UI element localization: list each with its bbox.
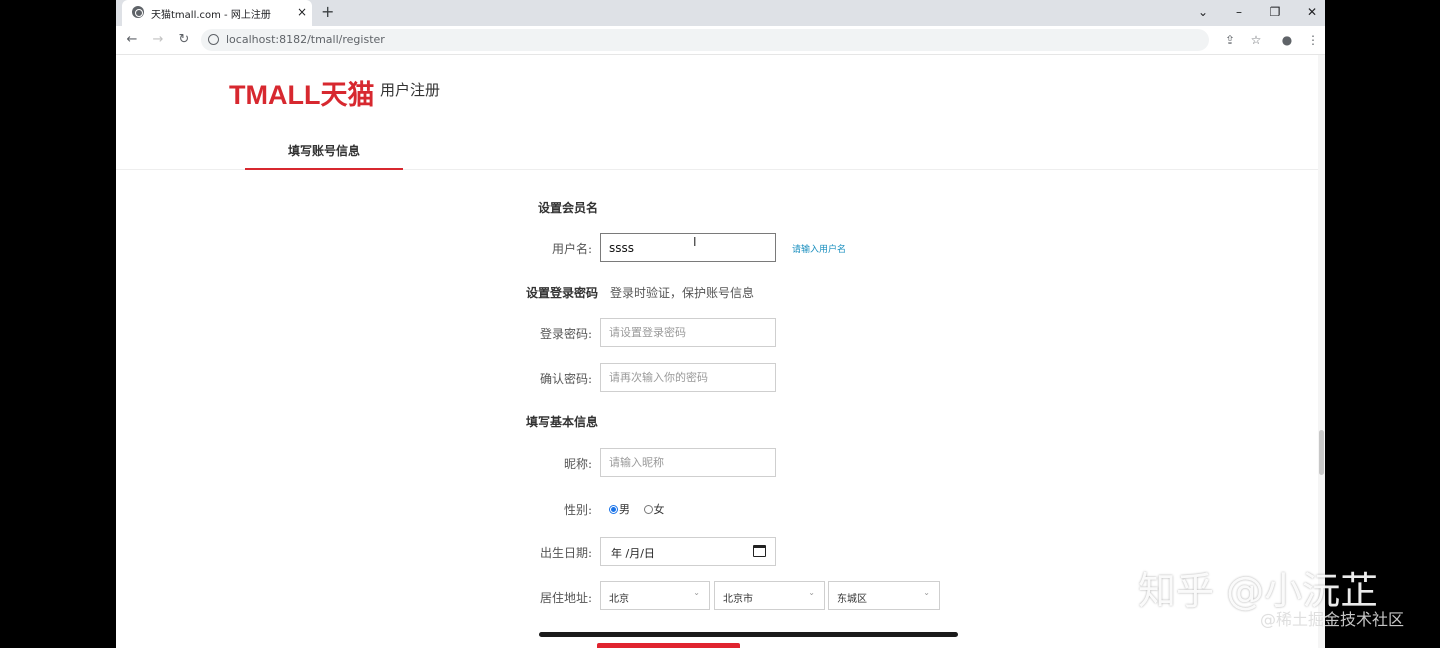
birth-date-label: 出生日期: [539, 546, 592, 560]
back-icon[interactable]: ← [124, 31, 140, 49]
login-password-input[interactable] [600, 318, 776, 347]
radio-unchecked-icon[interactable] [643, 505, 653, 514]
confirm-password-input[interactable] [600, 363, 776, 392]
restore-icon[interactable]: ❐ [1265, 3, 1285, 21]
gender-male-label: 男 [619, 503, 630, 516]
address-label: 居住地址: [539, 591, 592, 605]
browser-window: 天猫tmall.com - 网上注册 × + ⌄ – ❐ ✕ ← → ↻ loc… [116, 0, 1325, 648]
username-hint: 请输入用户名 [792, 245, 847, 255]
home-indicator[interactable] [539, 632, 958, 637]
browser-toolbar: ← → ↻ localhost:8182/tmall/register ⇪ ☆ … [116, 26, 1325, 55]
browser-tab[interactable]: 天猫tmall.com - 网上注册 × [122, 0, 312, 26]
district-value: 东城区 [837, 594, 867, 605]
tab-search-icon[interactable]: ⌄ [1193, 3, 1213, 21]
new-tab-icon[interactable]: + [321, 2, 334, 22]
section-title-login-password: 设置登录密码 [526, 286, 599, 300]
watermark-juejin: @稀土掘金技术社区 [1260, 610, 1405, 629]
window-close-icon[interactable]: ✕ [1302, 3, 1322, 21]
address-bar[interactable]: localhost:8182/tmall/register [201, 29, 1209, 51]
username-input[interactable] [600, 233, 776, 262]
close-tab-icon[interactable]: × [297, 4, 307, 20]
star-icon[interactable]: ☆ [1248, 32, 1264, 48]
scrollbar-thumb[interactable] [1319, 430, 1324, 475]
forward-icon[interactable]: → [150, 31, 166, 49]
province-value: 北京 [609, 594, 629, 605]
nickname-label: 昵称: [563, 457, 592, 471]
chevron-down-icon: ⌄ [808, 588, 815, 597]
reload-icon[interactable]: ↻ [176, 31, 192, 49]
page-title: 用户注册 [380, 81, 441, 99]
tab-strip: 天猫tmall.com - 网上注册 × + ⌄ – ❐ ✕ [116, 0, 1325, 26]
chevron-down-icon: ⌄ [693, 588, 700, 597]
text-cursor-icon: I [693, 235, 697, 249]
gender-female-option[interactable]: 女 [643, 501, 665, 517]
province-select[interactable]: 北京 ⌄ [600, 581, 710, 610]
username-label: 用户名: [551, 242, 592, 256]
city-select[interactable]: 北京市 ⌄ [714, 581, 825, 610]
register-submit-button[interactable] [597, 643, 740, 648]
step-tab-account-info[interactable]: 填写账号信息 [245, 139, 403, 170]
calendar-icon[interactable] [753, 545, 766, 557]
chevron-down-icon: ⌄ [923, 588, 930, 597]
district-select[interactable]: 东城区 ⌄ [828, 581, 940, 610]
gender-male-option[interactable]: 男 [609, 501, 630, 517]
url-text: localhost:8182/tmall/register [226, 33, 385, 46]
nickname-input[interactable] [600, 448, 776, 477]
birth-date-value: 年 /月/日 [611, 547, 655, 560]
birth-date-input[interactable]: 年 /月/日 [600, 537, 776, 566]
tmall-logo[interactable]: TMALL天猫 [229, 73, 374, 112]
profile-icon[interactable]: ● [1279, 32, 1295, 48]
share-icon[interactable]: ⇪ [1222, 32, 1238, 48]
section-title-member-name: 设置会员名 [538, 201, 599, 215]
minimize-icon[interactable]: – [1229, 3, 1249, 21]
tab-title: 天猫tmall.com - 网上注册 [151, 10, 271, 21]
menu-icon[interactable]: ⋮ [1305, 32, 1321, 48]
password-section-hint: 登录时验证，保护账号信息 [610, 286, 755, 300]
section-title-basic-info: 填写基本信息 [526, 415, 599, 429]
login-password-label: 登录密码: [539, 327, 592, 341]
confirm-password-label: 确认密码: [539, 372, 592, 386]
site-info-icon[interactable] [208, 34, 219, 45]
gender-label: 性别: [563, 503, 592, 517]
city-value: 北京市 [723, 594, 753, 605]
gender-radio-group: 男 女 [609, 501, 675, 517]
gender-female-label: 女 [653, 503, 665, 516]
globe-icon [132, 6, 144, 18]
radio-checked-icon[interactable] [609, 505, 618, 514]
